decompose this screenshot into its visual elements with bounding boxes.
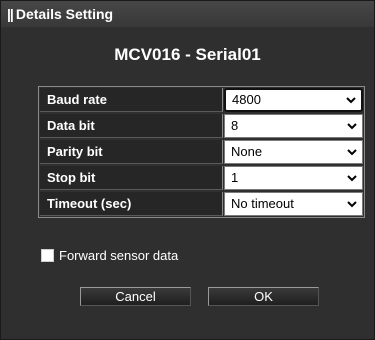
chevron-down-icon [347, 201, 357, 208]
data-bit-label: Data bit [40, 114, 223, 138]
baud-rate-select[interactable]: 4800 [224, 88, 363, 112]
setting-row-data-bit: Data bit 8 [40, 114, 363, 138]
setting-row-parity-bit: Parity bit None [40, 140, 363, 164]
setting-row-stop-bit: Stop bit 1 [40, 166, 363, 190]
chevron-down-icon [347, 123, 357, 130]
data-bit-select[interactable]: 8 [224, 114, 363, 138]
stop-bit-select[interactable]: 1 [224, 166, 363, 190]
baud-rate-label: Baud rate [40, 88, 223, 112]
setting-row-timeout: Timeout (sec) No timeout [40, 192, 363, 216]
data-bit-value: 8 [231, 118, 239, 133]
chevron-down-icon [347, 149, 357, 156]
stop-bit-value: 1 [231, 170, 239, 185]
details-setting-dialog: || Details Setting MCV016 - Serial01 Bau… [0, 0, 375, 340]
device-heading: MCV016 - Serial01 [114, 45, 261, 64]
parity-bit-value: None [231, 144, 263, 159]
baud-rate-value: 4800 [232, 92, 261, 107]
timeout-select[interactable]: No timeout [224, 192, 363, 216]
chevron-down-icon [347, 175, 357, 182]
stop-bit-label: Stop bit [40, 166, 223, 190]
parity-bit-select[interactable]: None [224, 140, 363, 164]
timeout-label: Timeout (sec) [40, 192, 223, 216]
forward-sensor-option: Forward sensor data [41, 248, 178, 263]
cancel-button[interactable]: Cancel [80, 287, 191, 306]
setting-row-baud-rate: Baud rate 4800 [40, 88, 363, 112]
parity-bit-label: Parity bit [40, 140, 223, 164]
grip-icon: || [7, 6, 14, 22]
ok-button[interactable]: OK [208, 287, 319, 306]
window-title: Details Setting [15, 6, 114, 22]
forward-sensor-label[interactable]: Forward sensor data [59, 248, 178, 263]
title-bar[interactable]: || Details Setting [1, 1, 374, 27]
timeout-value: No timeout [231, 196, 294, 211]
settings-table: Baud rate 4800 Data bit 8 Parity bit Non… [38, 86, 365, 218]
forward-sensor-checkbox[interactable] [41, 249, 54, 262]
chevron-down-icon [346, 97, 356, 104]
